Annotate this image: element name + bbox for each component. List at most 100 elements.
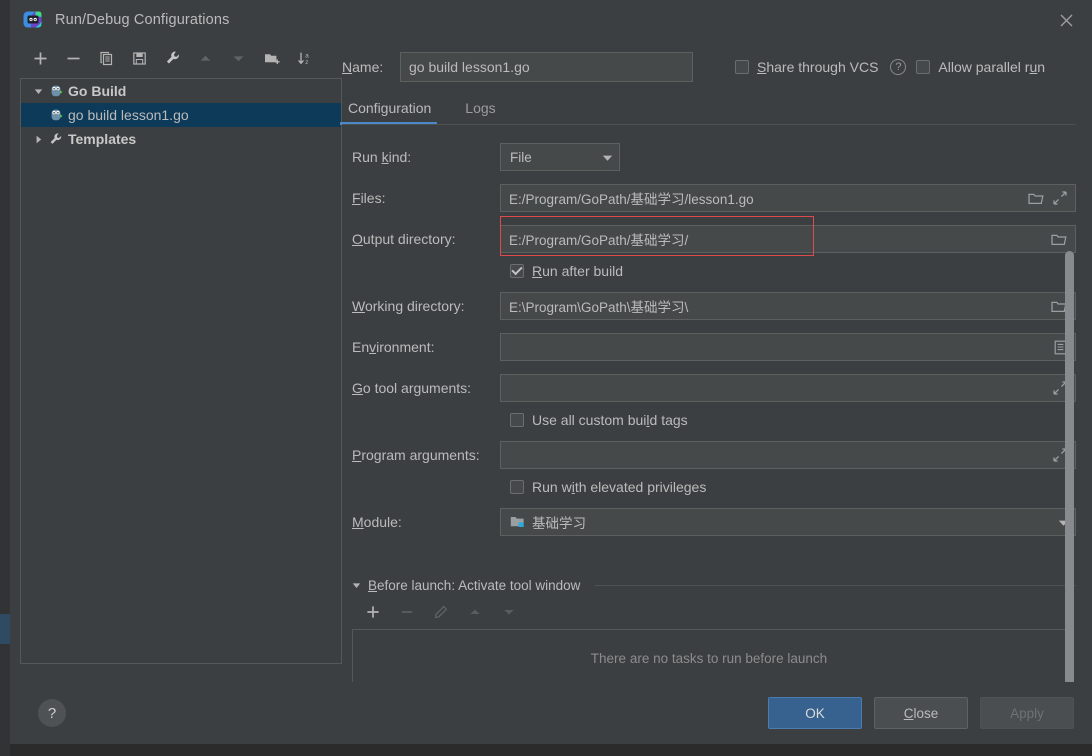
files-value: E:/Program/GoPath/基础学习/lesson1.go bbox=[509, 192, 754, 208]
run-kind-label: Run kind: bbox=[352, 149, 412, 166]
environment-row: Environment: bbox=[342, 333, 1076, 362]
expand-icon[interactable] bbox=[1053, 191, 1067, 205]
run-after-build-row: Run after build bbox=[510, 263, 1076, 279]
name-row: Name: Share through VCS ? Allow parallel… bbox=[342, 40, 1076, 88]
tree-node-go-build-lesson1[interactable]: go build lesson1.go bbox=[21, 103, 341, 127]
close-button[interactable]: Close bbox=[874, 697, 968, 729]
output-directory-row: Output directory: E:/Program/GoPath/基础学习… bbox=[342, 216, 1076, 257]
run-with-elevated-privileges-checkbox[interactable]: Run with elevated privileges bbox=[510, 479, 706, 495]
folder-icon[interactable] bbox=[1028, 192, 1044, 205]
share-through-vcs-label: Share through VCS bbox=[757, 58, 879, 75]
task-move-up-button[interactable] bbox=[458, 598, 492, 626]
copy-configuration-button[interactable] bbox=[90, 43, 123, 73]
tree-node-go-build[interactable]: Go Build bbox=[21, 79, 341, 103]
save-configuration-button[interactable] bbox=[123, 43, 156, 73]
working-directory-input[interactable]: E:\Program\GoPath\基础学习\ bbox=[500, 292, 1076, 321]
close-icon[interactable] bbox=[1046, 4, 1086, 36]
run-with-elevated-privileges-label: Run with elevated privileges bbox=[532, 479, 707, 496]
module-folder-icon bbox=[510, 515, 526, 529]
files-field-icons bbox=[1020, 191, 1067, 205]
name-input[interactable] bbox=[400, 51, 693, 82]
share-through-vcs-checkbox[interactable]: Share through VCS bbox=[735, 59, 878, 75]
before-launch-divider bbox=[595, 585, 1076, 587]
program-arguments-control bbox=[500, 441, 1076, 470]
add-configuration-button[interactable] bbox=[24, 43, 57, 73]
run-kind-combobox[interactable]: File bbox=[500, 143, 620, 172]
working-directory-label: Working directory: bbox=[352, 298, 465, 315]
configuration-editor-pane: Name: Share through VCS ? Allow parallel… bbox=[339, 40, 1092, 682]
files-input[interactable]: E:/Program/GoPath/基础学习/lesson1.go bbox=[500, 184, 1076, 213]
configurations-tree[interactable]: Go Build go build lesson1.go Templates bbox=[20, 78, 342, 664]
chevron-right-icon[interactable] bbox=[29, 135, 47, 144]
tab-configuration[interactable]: Configuration bbox=[339, 100, 445, 126]
before-launch-header: Before launch: Activate tool window bbox=[352, 578, 1076, 593]
chevron-down-icon[interactable] bbox=[29, 87, 47, 96]
module-label: Module: bbox=[352, 514, 402, 531]
output-directory-input[interactable]: E:/Program/GoPath/基础学习/ bbox=[500, 225, 1076, 254]
wrench-icon[interactable] bbox=[156, 43, 189, 73]
before-launch-toolbar bbox=[356, 597, 1076, 627]
run-with-elevated-privileges-row: Run with elevated privileges bbox=[510, 479, 1076, 495]
program-arguments-input[interactable] bbox=[500, 441, 1076, 470]
chevron-down-icon[interactable] bbox=[352, 581, 361, 590]
add-task-button[interactable] bbox=[356, 598, 390, 626]
sort-az-icon[interactable]: a z bbox=[288, 43, 321, 73]
tab-logs[interactable]: Logs bbox=[463, 100, 509, 125]
run-kind-row: Run kind: File bbox=[342, 143, 1076, 172]
ok-button[interactable]: OK bbox=[768, 697, 862, 729]
files-control: E:/Program/GoPath/基础学习/lesson1.go bbox=[500, 184, 1076, 213]
tree-node-templates[interactable]: Templates bbox=[21, 127, 341, 151]
working-directory-row: Working directory: E:\Program\GoPath\基础学… bbox=[342, 292, 1076, 321]
before-launch-task-list[interactable]: There are no tasks to run before launch bbox=[352, 629, 1066, 682]
go-gopher-icon bbox=[47, 108, 65, 122]
dialog-footer: ? OK Close Apply bbox=[10, 682, 1092, 744]
apply-button[interactable]: Apply bbox=[980, 697, 1074, 729]
checkbox-box bbox=[510, 413, 524, 428]
move-down-button[interactable] bbox=[222, 43, 255, 73]
go-gopher-icon bbox=[47, 84, 65, 98]
form-scrollbar[interactable] bbox=[1065, 251, 1074, 682]
remove-task-button[interactable] bbox=[390, 598, 424, 626]
go-tool-arguments-input[interactable] bbox=[500, 374, 1076, 403]
before-launch-empty-text: There are no tasks to run before launch bbox=[590, 650, 828, 666]
folder-icon[interactable] bbox=[1051, 233, 1067, 246]
go-tool-arguments-row: Go tool arguments: bbox=[342, 374, 1076, 403]
go-tool-arguments-control bbox=[500, 374, 1076, 403]
dialog-titlebar: Run/Debug Configurations bbox=[10, 0, 1092, 40]
tree-node-label: Go Build bbox=[68, 83, 127, 99]
name-row-options: Share through VCS ? Allow parallel run bbox=[735, 58, 1045, 75]
run-after-build-checkbox[interactable]: Run after build bbox=[510, 263, 623, 279]
ide-left-accent bbox=[0, 614, 10, 644]
use-all-custom-build-tags-checkbox[interactable]: Use all custom build tags bbox=[510, 412, 688, 428]
run-kind-value: File bbox=[510, 149, 532, 165]
tree-toolbar: a z bbox=[20, 40, 342, 76]
go-tool-arguments-label: Go tool arguments: bbox=[352, 380, 472, 397]
environment-input[interactable] bbox=[500, 333, 1076, 362]
move-up-button[interactable] bbox=[189, 43, 222, 73]
program-arguments-label: Program arguments: bbox=[352, 447, 480, 464]
svg-text:z: z bbox=[305, 59, 308, 66]
run-after-build-label: Run after build bbox=[532, 263, 624, 280]
folder-add-icon[interactable] bbox=[255, 43, 288, 73]
program-arguments-row: Program arguments: bbox=[342, 441, 1076, 470]
allow-parallel-run-label: Allow parallel run bbox=[938, 58, 1046, 75]
chevron-down-icon bbox=[602, 150, 613, 165]
environment-label: Environment: bbox=[352, 339, 435, 356]
allow-parallel-run-checkbox[interactable]: Allow parallel run bbox=[916, 59, 1045, 75]
dialog-title: Run/Debug Configurations bbox=[55, 12, 230, 28]
files-label: Files: bbox=[352, 190, 386, 207]
editor-tabs: Configuration Logs bbox=[339, 92, 1076, 126]
output-directory-field-icons bbox=[1043, 233, 1067, 246]
module-combobox[interactable]: 基础学习 bbox=[500, 508, 1076, 537]
help-button[interactable]: ? bbox=[38, 699, 66, 727]
wrench-icon bbox=[47, 132, 65, 146]
task-move-down-button[interactable] bbox=[492, 598, 526, 626]
checkbox-box bbox=[916, 59, 931, 74]
remove-configuration-button[interactable] bbox=[57, 43, 90, 73]
run-kind-control: File bbox=[500, 143, 1076, 172]
tree-node-label: go build lesson1.go bbox=[68, 107, 189, 123]
pencil-icon[interactable] bbox=[424, 598, 458, 626]
output-directory-label: Output directory: bbox=[352, 231, 456, 248]
environment-control bbox=[500, 333, 1076, 362]
question-mark-icon[interactable]: ? bbox=[890, 58, 907, 75]
